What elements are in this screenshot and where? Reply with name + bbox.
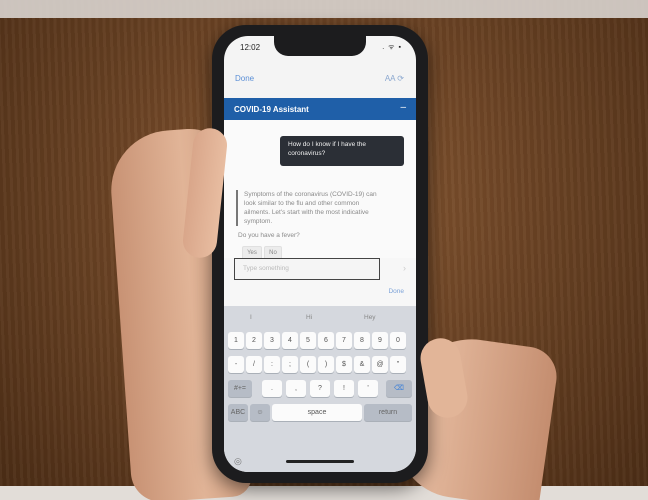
key[interactable]: 1 [228,332,244,349]
key[interactable]: ! [334,380,354,397]
phone-notch [274,36,366,56]
key[interactable]: ) [318,356,334,373]
bot-question: Do you have a fever? [238,232,300,239]
home-indicator[interactable] [286,460,354,463]
keyboard-row-bottom: ABC ☺ space return [228,404,412,421]
input-area: Type something › Done [224,258,416,306]
minimize-icon[interactable]: – [400,102,406,113]
message-input[interactable]: Type something [234,258,380,280]
key[interactable]: 2 [246,332,262,349]
globe-icon[interactable]: ◎ [234,456,242,467]
abc-key[interactable]: ABC [228,404,248,421]
key[interactable]: $ [336,356,352,373]
send-icon[interactable]: › [403,263,406,273]
key[interactable]: / [246,356,262,373]
smartphone: 12:02 . ᯤ ▪ Done AA ⟳ COVID-19 Assistant… [212,25,428,483]
key[interactable]: 7 [336,332,352,349]
key[interactable]: : [264,356,280,373]
symbols-toggle-key[interactable]: #+= [228,380,252,397]
text-size-refresh-icon[interactable]: AA ⟳ [385,74,404,83]
key[interactable]: ? [310,380,330,397]
key[interactable]: " [390,356,406,373]
key[interactable]: 9 [372,332,388,349]
key[interactable]: ( [300,356,316,373]
keyboard-row-numbers: 1 2 3 4 5 6 7 8 9 0 [228,332,412,349]
key[interactable]: . [262,380,282,397]
keyboard-row-punctuation: #+= . , ? ! ' ⌫ [228,380,412,397]
return-key[interactable]: return [364,404,412,421]
assistant-header: COVID-19 Assistant – [224,98,416,120]
keyboard-row-symbols: - / : ; ( ) $ & @ " [228,356,412,373]
suggestion-3[interactable]: Hey [364,314,376,321]
bot-message: Symptoms of the coronavirus (COVID-19) c… [236,190,386,226]
emoji-icon[interactable]: ☺ [250,404,270,421]
signal-wifi-battery-icon: . ᯤ ▪ [382,44,402,51]
key[interactable]: & [354,356,370,373]
backspace-icon[interactable]: ⌫ [386,380,412,397]
on-screen-keyboard: I Hi Hey 1 2 3 4 5 6 7 8 9 0 - /: ; ()… [224,306,416,472]
key[interactable]: 0 [390,332,406,349]
keyboard-done-button[interactable]: Done [388,288,404,295]
key[interactable]: 8 [354,332,370,349]
suggestion-1[interactable]: I [250,314,252,321]
status-time: 12:02 [240,43,261,52]
key[interactable]: , [286,380,306,397]
photo-scene: 12:02 . ᯤ ▪ Done AA ⟳ COVID-19 Assistant… [0,0,648,500]
done-link[interactable]: Done [235,74,254,83]
predictive-bar: I Hi Hey [224,310,416,326]
key[interactable]: ; [282,356,298,373]
bottom-border [0,486,648,500]
key[interactable]: 3 [264,332,280,349]
top-border [0,0,648,18]
suggestion-2[interactable]: Hi [306,314,312,321]
key[interactable]: 5 [300,332,316,349]
assistant-title: COVID-19 Assistant [234,105,309,114]
space-key[interactable]: space [272,404,362,421]
key[interactable]: - [228,356,244,373]
key[interactable]: ' [358,380,378,397]
user-message: How do I know if I have the coronavirus? [280,136,404,166]
key[interactable]: 6 [318,332,334,349]
key[interactable]: 4 [282,332,298,349]
key[interactable]: @ [372,356,388,373]
phone-screen: 12:02 . ᯤ ▪ Done AA ⟳ COVID-19 Assistant… [224,36,416,472]
